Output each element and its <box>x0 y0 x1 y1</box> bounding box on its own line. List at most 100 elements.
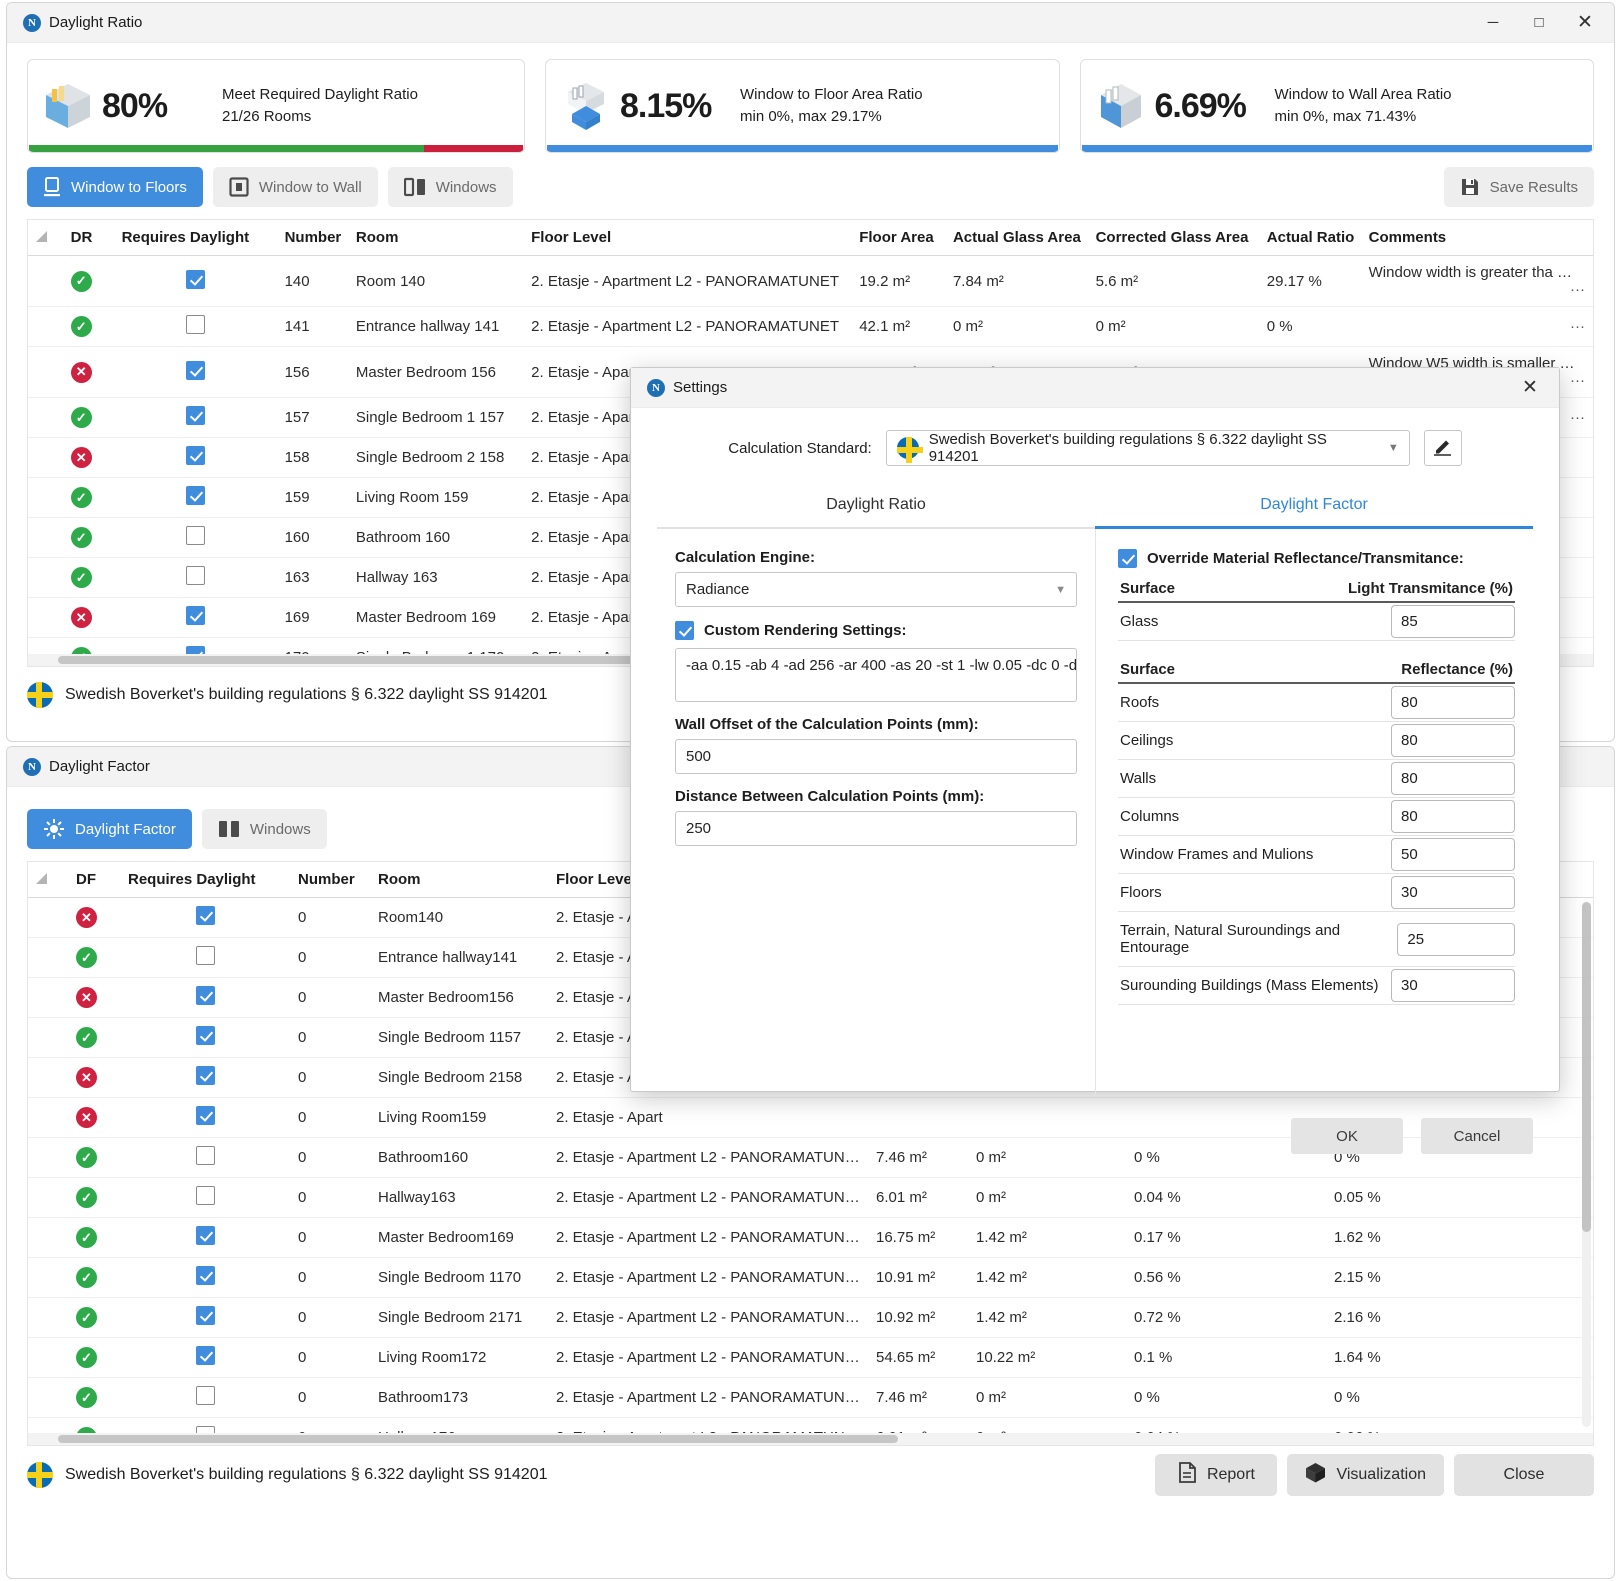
col-number[interactable]: Number <box>290 862 370 898</box>
col-actual-ratio[interactable]: Actual Ratio <box>1258 220 1361 256</box>
tab-window-to-wall[interactable]: Window to Wall <box>212 167 378 207</box>
custom-rendering-input[interactable]: -aa 0.15 -ab 4 -ad 256 -ar 400 -as 20 -s… <box>675 648 1077 702</box>
swedish-flag-icon <box>896 437 923 463</box>
requires-daylight-checkbox[interactable] <box>195 1226 215 1245</box>
material-value-input[interactable]: 30 <box>1391 876 1515 909</box>
requires-daylight-checkbox[interactable] <box>195 1146 215 1165</box>
requires-daylight-checkbox[interactable] <box>195 1186 215 1205</box>
number-cell: 0 <box>290 937 370 978</box>
table-row[interactable]: ✓ 140 Room 140 2. Etasje - Apartment L2 - P… <box>28 255 1593 307</box>
requires-daylight-checkbox[interactable] <box>185 566 205 585</box>
requires-daylight-checkbox[interactable] <box>185 446 205 465</box>
status-pass-icon: ✓ <box>70 316 92 337</box>
close-dialog-button[interactable]: Close <box>1454 1454 1594 1496</box>
wall-offset-input[interactable]: 500 <box>675 739 1077 774</box>
ok-button[interactable]: OK <box>1291 1118 1403 1154</box>
settings-close-button[interactable]: ✕ <box>1507 369 1553 407</box>
tab-window-to-floors[interactable]: Window to Floors <box>27 167 203 207</box>
requires-daylight-checkbox[interactable] <box>195 1266 215 1285</box>
col-requires-daylight[interactable]: Requires Daylight <box>120 862 290 898</box>
col-actual-glass-area[interactable]: Actual Glass Area <box>944 220 1088 256</box>
material-value-input[interactable]: 25 <box>1397 922 1515 956</box>
requires-daylight-checkbox[interactable] <box>185 406 205 425</box>
calculation-engine-select[interactable]: Radiance ▼ <box>675 572 1077 607</box>
close-button[interactable]: ✕ <box>1562 4 1608 42</box>
comment-more-button[interactable]: ··· <box>1570 409 1585 426</box>
row-spacer <box>28 897 68 938</box>
custom-rendering-checkbox[interactable] <box>675 621 694 640</box>
tab-settings-daylight-ratio[interactable]: Daylight Ratio <box>657 496 1095 529</box>
table-row[interactable]: ✓ 0 Master Bedroom169 2. Etasje - Apartment… <box>28 1217 1593 1258</box>
sort-indicator-cell[interactable] <box>28 220 63 256</box>
row-spacer <box>28 1057 68 1098</box>
col-room[interactable]: Room <box>347 220 524 256</box>
requires-daylight-checkbox[interactable] <box>195 986 215 1005</box>
requires-daylight-checkbox[interactable] <box>185 606 205 625</box>
minimize-button[interactable]: ─ <box>1470 4 1516 42</box>
requires-daylight-checkbox[interactable] <box>195 906 215 925</box>
requires-daylight-checkbox[interactable] <box>185 315 205 334</box>
factor-hscrollbar[interactable] <box>28 1433 1593 1445</box>
requires-daylight-checkbox[interactable] <box>195 1066 215 1085</box>
material-value-input[interactable]: 80 <box>1391 800 1515 833</box>
requires-daylight-checkbox[interactable] <box>195 1026 215 1045</box>
table-row[interactable]: ✓ 0 Bathroom173 2. Etasje - Apartment L2 - … <box>28 1377 1593 1418</box>
tab-windows[interactable]: Windows <box>387 167 513 207</box>
material-name: Floors <box>1120 884 1162 901</box>
requires-daylight-checkbox[interactable] <box>185 360 205 380</box>
material-value-input[interactable]: 30 <box>1391 969 1515 1002</box>
col-requires-daylight[interactable]: Requires Daylight <box>113 220 277 256</box>
sort-indicator-cell[interactable] <box>28 862 68 898</box>
table-row[interactable]: ✓ 0 Living Room172 2. Etasje - Apartment L2… <box>28 1337 1593 1378</box>
edit-standard-button[interactable] <box>1423 430 1462 466</box>
table-row[interactable]: ✓ 0 Single Bedroom 1170 2. Etasje - Apartme… <box>28 1257 1593 1298</box>
col-floor-area[interactable]: Floor Area <box>851 220 945 256</box>
visualization-button[interactable]: Visualization <box>1287 1454 1444 1496</box>
requires-daylight-cell <box>120 937 290 978</box>
tab-factor-windows[interactable]: Windows <box>201 809 327 849</box>
col-comments[interactable]: Comments <box>1360 220 1593 256</box>
requires-daylight-checkbox[interactable] <box>195 1106 215 1125</box>
requires-daylight-checkbox[interactable] <box>185 526 205 545</box>
status-pass-icon: ✓ <box>76 1307 97 1328</box>
custom-rendering-row[interactable]: Custom Rendering Settings: <box>675 621 1077 640</box>
material-value-input[interactable]: 50 <box>1391 838 1515 871</box>
requires-daylight-checkbox[interactable] <box>185 269 205 289</box>
cancel-button[interactable]: Cancel <box>1421 1118 1533 1154</box>
distance-between-points-input[interactable]: 250 <box>675 811 1077 846</box>
table-row[interactable]: ✓ 0 Hallway163 2. Etasje - Apartment L2 - P… <box>28 1177 1593 1218</box>
save-results-button[interactable]: Save Results <box>1443 167 1594 207</box>
override-material-checkbox[interactable] <box>1118 549 1137 568</box>
material-value-input[interactable]: 85 <box>1391 605 1515 638</box>
tab-label: Windows <box>249 820 311 838</box>
calculation-standard-select[interactable]: Swedish Boverket's building regulations … <box>885 430 1410 466</box>
factor-vscrollbar[interactable] <box>1582 902 1591 1427</box>
material-value-input[interactable]: 80 <box>1391 762 1515 795</box>
comment-more-button[interactable]: ··· <box>1570 318 1585 335</box>
requires-daylight-checkbox[interactable] <box>185 486 205 505</box>
tab-daylight-factor[interactable]: Daylight Factor <box>27 809 192 849</box>
col-room[interactable]: Room <box>370 862 548 898</box>
requires-daylight-checkbox[interactable] <box>195 1386 215 1405</box>
material-value-input[interactable]: 80 <box>1391 686 1515 719</box>
requires-daylight-checkbox[interactable] <box>195 1306 215 1325</box>
material-value-input[interactable]: 80 <box>1391 724 1515 757</box>
comment-more-button[interactable]: ··· <box>1570 372 1585 389</box>
col-corrected-glass-area[interactable]: Corrected Glass Area <box>1087 220 1259 256</box>
col-dr[interactable]: DR <box>62 220 114 256</box>
requires-daylight-checkbox[interactable] <box>195 1346 215 1365</box>
status-cell: ✓ <box>62 557 114 598</box>
col-df[interactable]: DF <box>68 862 120 898</box>
tab-settings-daylight-factor[interactable]: Daylight Factor <box>1095 496 1533 529</box>
number-cell: 163 <box>276 557 348 598</box>
maximize-button[interactable]: □ <box>1516 4 1562 42</box>
col-floor-level[interactable]: Floor Level <box>523 220 852 256</box>
comment-more-button[interactable]: ··· <box>1570 281 1585 298</box>
report-button[interactable]: Report <box>1155 1454 1278 1496</box>
table-row[interactable]: ✓ 141 Entrance hallway 141 2. Etasje - Apar… <box>28 306 1593 347</box>
requires-daylight-checkbox[interactable] <box>195 946 215 965</box>
floor-area-cell: 10.91 m² <box>868 1257 968 1298</box>
table-row[interactable]: ✓ 0 Single Bedroom 2171 2. Etasje - Apartme… <box>28 1297 1593 1338</box>
col-number[interactable]: Number <box>276 220 348 256</box>
override-material-row[interactable]: Override Material Reflectance/Transmitan… <box>1118 549 1515 568</box>
